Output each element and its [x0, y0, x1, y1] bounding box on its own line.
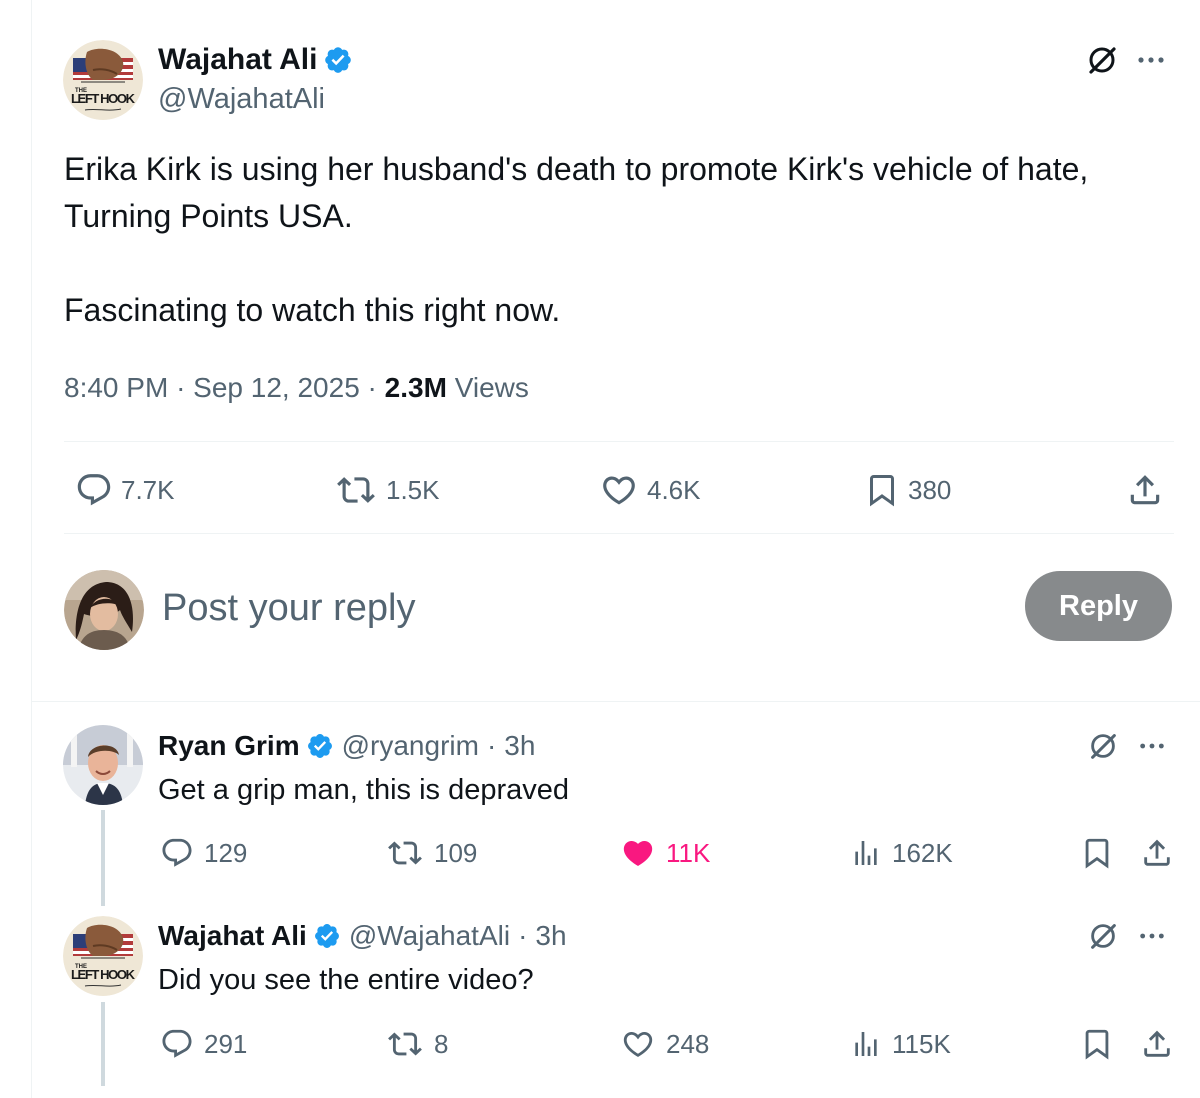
- repost-button[interactable]: 1.5K: [334, 468, 440, 512]
- bookmark-button[interactable]: 380: [864, 468, 951, 512]
- meta-separator: ·: [367, 372, 377, 403]
- repost-button[interactable]: 8: [386, 1024, 448, 1064]
- bookmark-icon: [1085, 838, 1109, 869]
- reply-time[interactable]: 3h: [535, 920, 566, 952]
- more-icon[interactable]: [1136, 55, 1166, 65]
- repost-count: 1.5K: [386, 474, 440, 505]
- repost-icon: [337, 477, 375, 503]
- tweet-date[interactable]: Sep 12, 2025: [193, 372, 360, 403]
- share-button[interactable]: [1125, 468, 1165, 512]
- tweet-paragraph: Fascinating to watch this right now.: [64, 292, 561, 328]
- reply-text: Did you see the entire video?: [158, 964, 534, 996]
- share-button[interactable]: [1140, 1024, 1174, 1064]
- views-label: Views: [454, 372, 529, 403]
- reply-submit-button[interactable]: Reply: [1025, 571, 1172, 641]
- verified-badge-icon: [323, 45, 353, 75]
- more-icon[interactable]: [1138, 931, 1166, 941]
- like-count: 4.6K: [647, 474, 701, 505]
- repost-icon: [388, 841, 422, 865]
- reply-author-handle[interactable]: @ryangrim: [342, 730, 479, 762]
- divider: [32, 701, 1200, 702]
- views-count: 115K: [892, 1028, 951, 1059]
- like-button[interactable]: 4.6K: [599, 468, 701, 512]
- like-button[interactable]: 11K: [620, 833, 710, 873]
- reply-header: Ryan Grim @ryangrim · 3h: [158, 726, 535, 766]
- reply-top-icons: [1086, 726, 1166, 766]
- reply-icon: [162, 1029, 192, 1058]
- share-icon: [1144, 1030, 1170, 1057]
- svg-text:LEFT HOOK: LEFT HOOK: [71, 91, 136, 106]
- grok-icon[interactable]: [1086, 729, 1120, 763]
- reply-button[interactable]: 129: [160, 833, 247, 873]
- reply-author-name[interactable]: Wajahat Ali: [158, 920, 307, 952]
- reply-count: 129: [204, 837, 248, 868]
- tweet-time[interactable]: 8:40 PM: [64, 372, 168, 403]
- repost-count: 8: [434, 1028, 449, 1059]
- tweet-text: Erika Kirk is using her husband's death …: [64, 146, 1174, 334]
- reply-count: 291: [204, 1028, 248, 1059]
- reply-time[interactable]: 3h: [504, 730, 535, 762]
- repost-icon: [388, 1032, 422, 1056]
- reply-top-icons: [1086, 916, 1166, 956]
- reply-input[interactable]: Post your reply: [162, 583, 415, 633]
- verified-badge-icon: [306, 732, 334, 760]
- share-button[interactable]: [1140, 833, 1174, 873]
- thread-connector: [101, 1002, 105, 1086]
- divider: [64, 441, 1174, 442]
- views-icon: [855, 841, 877, 865]
- reply-author-avatar[interactable]: THE LEFT HOOK: [63, 916, 143, 996]
- reply-author-handle[interactable]: @WajahatAli: [349, 920, 510, 952]
- grok-icon[interactable]: [1086, 919, 1120, 953]
- like-count: 11K: [666, 837, 711, 868]
- views-button[interactable]: 115K: [850, 1024, 951, 1064]
- user-avatar[interactable]: [64, 570, 144, 650]
- meta-separator: ·: [176, 372, 186, 403]
- bookmark-icon: [1085, 1029, 1109, 1060]
- like-count: 248: [666, 1028, 710, 1059]
- timeline-border: [31, 0, 32, 1098]
- reply-author-name[interactable]: Ryan Grim: [158, 730, 300, 762]
- like-icon: [603, 476, 635, 505]
- bookmark-button[interactable]: [1080, 1024, 1114, 1064]
- verified-badge-icon: [313, 922, 341, 950]
- share-icon: [1144, 839, 1170, 866]
- bookmark-icon: [870, 475, 894, 507]
- meta-separator: ·: [486, 730, 497, 761]
- like-icon: [623, 1031, 653, 1057]
- reply-header: Wajahat Ali @WajahatAli · 3h: [158, 916, 567, 956]
- tweet-meta: 8:40 PM · Sep 12, 2025 · 2.3M Views: [64, 368, 529, 408]
- views-count: 162K: [892, 837, 953, 868]
- reply-icon: [77, 474, 111, 506]
- svg-text:LEFT HOOK: LEFT HOOK: [71, 967, 136, 982]
- meta-separator: ·: [518, 920, 528, 951]
- reply-count: 7.7K: [121, 474, 175, 505]
- author-handle[interactable]: @WajahatAli: [158, 80, 325, 118]
- author-avatar[interactable]: THE LEFT HOOK: [63, 40, 143, 120]
- grok-icon[interactable]: [1084, 42, 1120, 78]
- views-icon: [855, 1032, 877, 1056]
- reply-icon: [162, 838, 192, 867]
- share-icon: [1130, 475, 1160, 505]
- repost-button[interactable]: 109: [386, 833, 477, 873]
- bookmark-count: 380: [908, 474, 952, 505]
- reply-button[interactable]: 7.7K: [75, 468, 175, 512]
- main-tweet-top-icons: [1084, 40, 1166, 80]
- views-count[interactable]: 2.3M: [385, 372, 447, 403]
- bookmark-button[interactable]: [1080, 833, 1114, 873]
- divider: [64, 533, 1174, 534]
- like-button[interactable]: 248: [620, 1024, 709, 1064]
- tweet-paragraph: Erika Kirk is using her husband's death …: [64, 151, 1089, 234]
- thread-connector: [101, 810, 105, 906]
- reply-text: Get a grip man, this is depraved: [158, 774, 570, 806]
- like-filled-icon: [623, 840, 653, 866]
- reply-author-avatar[interactable]: [63, 725, 143, 805]
- repost-count: 109: [434, 837, 478, 868]
- more-icon[interactable]: [1138, 741, 1166, 751]
- author-name-row[interactable]: Wajahat Ali: [158, 40, 353, 80]
- views-button[interactable]: 162K: [850, 833, 953, 873]
- author-name[interactable]: Wajahat Ali: [158, 43, 317, 77]
- reply-button[interactable]: 291: [160, 1024, 247, 1064]
